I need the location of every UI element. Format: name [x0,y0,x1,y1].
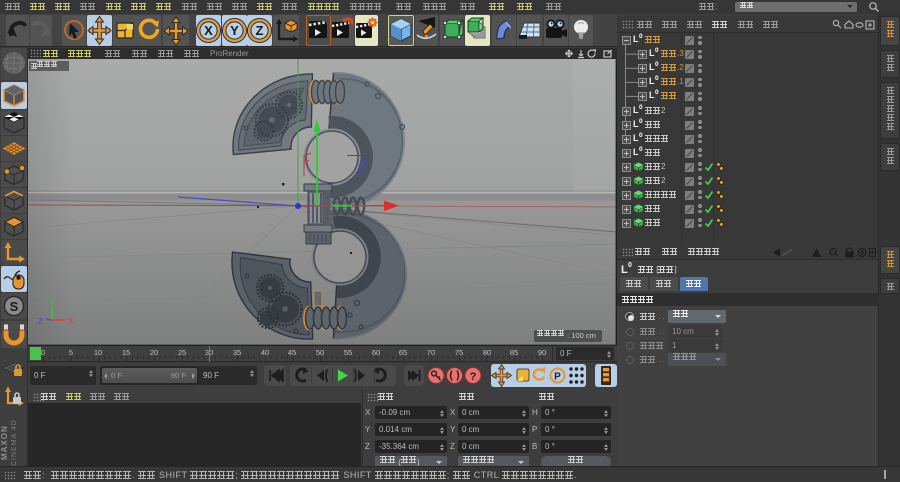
svg-text:Y: Y [49,297,55,306]
svg-text:?: ? [470,371,477,383]
svg-text:X: X [204,23,213,38]
svg-text:Z: Z [38,317,43,326]
svg-text:X: X [68,317,74,326]
svg-text:Z: Z [256,23,264,38]
svg-text:S: S [10,299,19,314]
svg-text:Y: Y [230,23,239,38]
svg-text:P: P [554,372,561,383]
